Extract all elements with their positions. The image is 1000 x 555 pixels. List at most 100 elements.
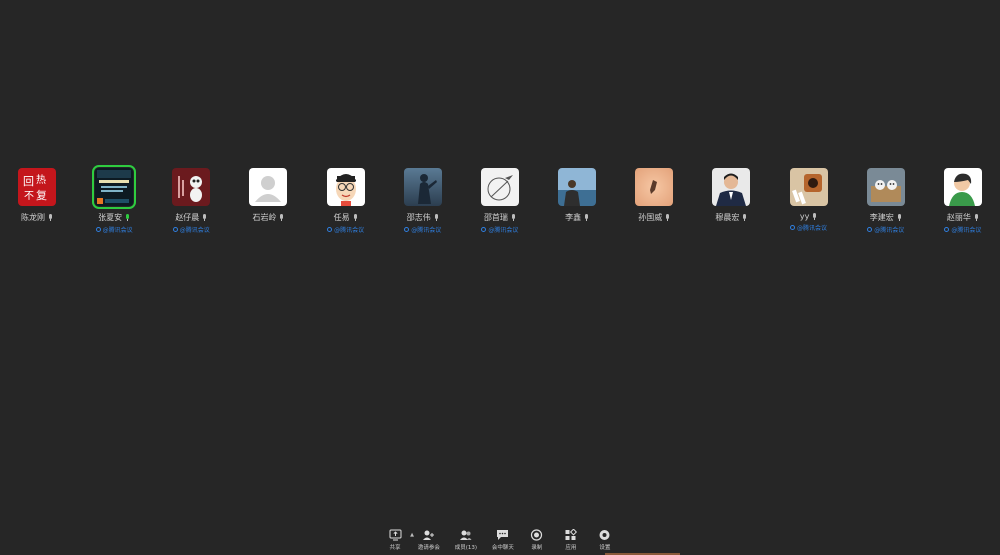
participant-tile[interactable]: 张夏安 @腾讯会议 bbox=[92, 165, 137, 234]
participant-tag-label: @腾讯会议 bbox=[411, 227, 442, 234]
microphone-icon bbox=[434, 214, 439, 221]
participant-name: 李建宏 bbox=[869, 213, 894, 222]
participant-tile[interactable]: 邵首瑞 @腾讯会议 bbox=[480, 168, 519, 234]
participant-name: 李鑫 bbox=[565, 213, 582, 222]
avatar[interactable] bbox=[403, 168, 442, 206]
members-icon bbox=[460, 530, 472, 540]
invite-button[interactable]: 邀请参会 bbox=[414, 529, 444, 551]
participant-name-row: 张夏安 bbox=[98, 212, 130, 223]
settings-label: 设置 bbox=[599, 545, 611, 551]
participant-name-row: 穆晨宏 bbox=[715, 212, 747, 223]
tencent-meeting-icon bbox=[172, 227, 178, 232]
participant-name: 邵志伟 bbox=[406, 213, 431, 222]
participant-name: yy bbox=[799, 212, 810, 221]
participant-tile[interactable]: 任易 @腾讯会议 bbox=[326, 168, 365, 234]
invite-label: 邀请参会 bbox=[417, 545, 440, 551]
participant-name: 穆晨宏 bbox=[715, 213, 740, 222]
microphone-icon bbox=[742, 214, 747, 221]
microphone-icon bbox=[665, 214, 670, 221]
participant-name-row: yy bbox=[800, 212, 817, 221]
gear-icon bbox=[599, 530, 610, 540]
members-label: 成员(13) bbox=[454, 545, 478, 551]
chat-label: 会中聊天 bbox=[491, 545, 514, 551]
participant-name-row: 陈龙刚 bbox=[21, 212, 53, 223]
participant-tag-label: @腾讯会议 bbox=[334, 227, 365, 234]
microphone-icon bbox=[897, 214, 902, 221]
avatar[interactable] bbox=[943, 168, 982, 206]
participant-tile[interactable]: yy @腾讯会议 bbox=[789, 168, 828, 234]
participant-name: 石岩岭 bbox=[252, 213, 277, 222]
microphone-icon bbox=[202, 214, 207, 221]
participant-tag: @腾讯会议 bbox=[867, 225, 904, 234]
share-button[interactable]: 共享 bbox=[380, 529, 410, 551]
participant-tag: @腾讯会议 bbox=[95, 225, 133, 234]
avatar[interactable] bbox=[480, 168, 519, 206]
participant-tag: @腾讯会议 bbox=[944, 225, 981, 234]
participant-name: 张夏安 bbox=[98, 213, 123, 222]
avatar[interactable] bbox=[635, 168, 674, 206]
participant-tile[interactable]: 石岩岭 bbox=[249, 168, 288, 234]
participant-tile[interactable]: 穆晨宏 bbox=[712, 168, 751, 234]
participant-tile[interactable]: 李建宏 @腾讯会议 bbox=[866, 168, 905, 234]
participant-name: 孙国威 bbox=[638, 213, 663, 222]
microphone-icon bbox=[974, 214, 979, 221]
participant-name-row: 李鑫 bbox=[565, 212, 589, 223]
avatar[interactable] bbox=[789, 168, 828, 206]
participant-name: 赵丽华 bbox=[946, 213, 971, 222]
record-icon bbox=[531, 529, 543, 541]
avatar[interactable] bbox=[712, 168, 751, 206]
participant-tile[interactable]: 赵丽华 @腾讯会议 bbox=[943, 168, 982, 234]
avatar[interactable]: 回 热 不 复 bbox=[18, 168, 56, 206]
participant-tag: @腾讯会议 bbox=[327, 225, 364, 234]
settings-button[interactable]: 设置 bbox=[590, 529, 620, 551]
microphone-icon bbox=[279, 214, 284, 221]
avatar[interactable] bbox=[326, 168, 365, 206]
apps-label: 应用 bbox=[565, 545, 577, 551]
share-label: 共享 bbox=[389, 545, 401, 551]
participant-name-row: 赵丽华 bbox=[947, 212, 979, 223]
participant-tile[interactable]: 李鑫 bbox=[558, 168, 597, 234]
participant-tag-label: @腾讯会议 bbox=[797, 225, 828, 232]
participant-name: 赵仔晨 bbox=[175, 213, 200, 222]
participant-name-row: 石岩岭 bbox=[252, 212, 284, 223]
participant-tile[interactable]: 孙国威 bbox=[635, 168, 674, 234]
participant-name-row: 邵志伟 bbox=[407, 212, 439, 223]
participant-tag-label: @腾讯会议 bbox=[488, 227, 519, 234]
participant-tile[interactable]: 回 热 不 复 陈龙刚 bbox=[18, 168, 56, 234]
tencent-meeting-icon bbox=[944, 227, 950, 232]
tencent-meeting-icon bbox=[327, 227, 333, 232]
participant-tile[interactable]: 赵仔晨 @腾讯会议 bbox=[172, 168, 211, 234]
participant-name-row: 赵仔晨 bbox=[175, 212, 207, 223]
tencent-meeting-icon bbox=[790, 225, 796, 230]
avatar[interactable] bbox=[249, 168, 288, 206]
microphone-icon bbox=[812, 213, 817, 220]
participant-name-row: 孙国威 bbox=[638, 212, 670, 223]
participant-tile[interactable]: 邵志伟 @腾讯会议 bbox=[403, 168, 442, 234]
tencent-meeting-icon bbox=[404, 227, 410, 232]
avatar[interactable] bbox=[172, 168, 211, 206]
tencent-meeting-icon bbox=[867, 227, 873, 232]
record-button[interactable]: 录制 bbox=[522, 529, 552, 551]
record-label: 录制 bbox=[531, 545, 543, 551]
avatar[interactable] bbox=[866, 168, 905, 206]
microphone-icon bbox=[584, 214, 589, 221]
apps-button[interactable]: 应用 bbox=[556, 529, 586, 551]
svg-text:复: 复 bbox=[36, 188, 47, 202]
participant-tag: @腾讯会议 bbox=[404, 225, 441, 234]
apps-grid-icon bbox=[565, 529, 578, 540]
microphone-icon bbox=[353, 214, 358, 221]
microphone-icon bbox=[125, 214, 130, 221]
avatar[interactable] bbox=[92, 165, 137, 209]
tencent-meeting-icon bbox=[481, 227, 487, 232]
members-button[interactable]: 成员(13) bbox=[448, 529, 484, 551]
chat-button[interactable]: 会中聊天 bbox=[488, 529, 518, 551]
svg-text:热: 热 bbox=[36, 173, 46, 186]
participant-gallery: 回 热 不 复 陈龙刚 张夏安 @腾讯会议 赵仔晨 @腾讯会议 石岩岭 任易 @… bbox=[0, 165, 1000, 234]
avatar[interactable] bbox=[558, 168, 597, 206]
participant-tag-label: @腾讯会议 bbox=[179, 227, 210, 234]
share-screen-icon bbox=[389, 529, 402, 541]
participant-tag-label: @腾讯会议 bbox=[102, 227, 133, 234]
participant-tag: @腾讯会议 bbox=[790, 223, 827, 232]
microphone-icon bbox=[48, 214, 53, 221]
participant-tag: @腾讯会议 bbox=[172, 225, 210, 234]
